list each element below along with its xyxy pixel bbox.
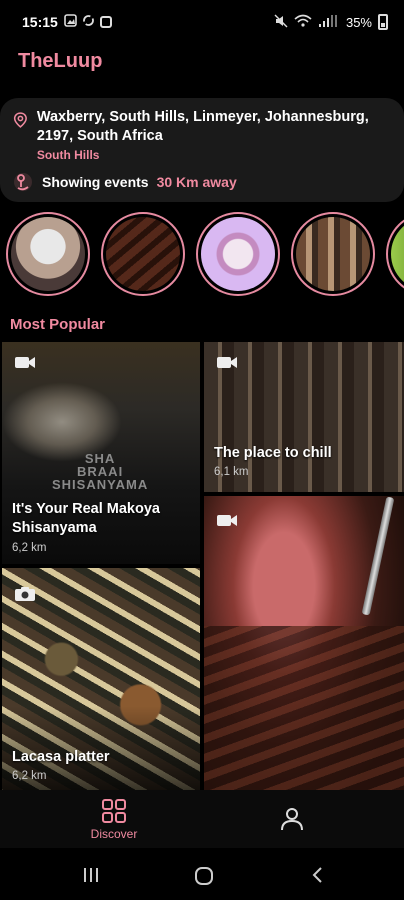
- grid-icon: [102, 799, 126, 823]
- camera-icon: [15, 587, 35, 601]
- story-green[interactable]: [386, 212, 404, 296]
- event-distance: 6,1 km: [214, 466, 249, 478]
- section-title: Most Popular: [10, 316, 106, 333]
- video-icon: [217, 357, 237, 368]
- location-address: Waxberry, South Hills, Linmeyer, Johanne…: [36, 109, 369, 144]
- event-tile[interactable]: SHA BRAAI SHISANYAMA It's Your Real Mako…: [2, 342, 200, 564]
- status-bar: 15:15 35%: [0, 0, 404, 44]
- app-title: TheLuup: [18, 50, 103, 72]
- story-group-photo[interactable]: [6, 212, 90, 296]
- location-pin-icon: [13, 112, 27, 128]
- signal-icon: [318, 14, 340, 31]
- battery-icon: [378, 14, 388, 30]
- event-title: The place to chill: [214, 445, 332, 461]
- event-title: It's Your Real Makoya Shisanyama: [12, 501, 160, 536]
- system-navigation: [0, 848, 404, 900]
- distance-label: Showing events: [42, 174, 149, 190]
- mute-icon: [274, 14, 288, 31]
- nav-discover-label: Discover: [90, 827, 138, 841]
- back-icon[interactable]: [310, 866, 326, 884]
- event-tile[interactable]: The place to chill 6,1 km: [204, 342, 404, 492]
- fork-image: [361, 496, 395, 616]
- bottom-navigation: Discover: [0, 790, 404, 848]
- recent-apps-icon[interactable]: [82, 866, 100, 884]
- event-title: Lacasa platter: [12, 749, 110, 765]
- video-icon: [217, 515, 237, 526]
- story-ribs[interactable]: [101, 212, 185, 296]
- event-distance: 6,2 km: [12, 542, 47, 554]
- event-tile[interactable]: Lacasa platter 6,2 km: [2, 568, 200, 796]
- event-distance: 6,2 km: [12, 770, 47, 782]
- wifi-icon: [294, 14, 312, 31]
- radius-icon: [14, 173, 32, 191]
- image-icon: [64, 14, 77, 30]
- story-flower[interactable]: [196, 212, 280, 296]
- status-time: 15:15: [22, 14, 58, 30]
- event-tile[interactable]: [204, 496, 404, 796]
- story-steampunk[interactable]: [291, 212, 375, 296]
- distance-value[interactable]: 30 Km away: [157, 174, 237, 190]
- nav-discover[interactable]: Discover: [80, 798, 148, 841]
- nav-profile[interactable]: [272, 806, 312, 832]
- checkbox-icon: [99, 16, 112, 28]
- stories-row[interactable]: [6, 212, 404, 298]
- video-icon: [15, 357, 35, 368]
- sync-icon: [82, 14, 95, 30]
- user-icon: [281, 808, 303, 831]
- battery-percent: 35%: [345, 14, 372, 30]
- location-suburb: South Hills: [36, 148, 100, 162]
- home-icon[interactable]: [194, 866, 214, 886]
- location-card[interactable]: Waxberry, South Hills, Linmeyer, Johanne…: [0, 98, 404, 202]
- venue-sign: SHA BRAAI SHISANYAMA: [52, 451, 149, 492]
